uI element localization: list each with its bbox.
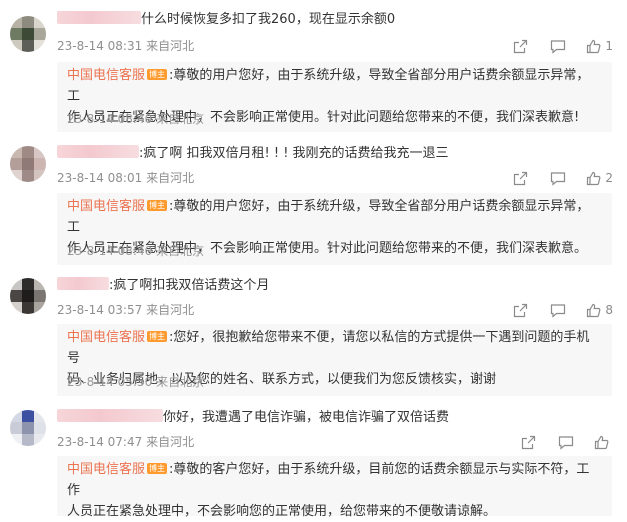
reply-author-link[interactable]: 中国电信客服 [67,462,145,477]
avatar[interactable] [10,146,46,182]
like-count: 2 [605,171,613,185]
reply-meta: 23-8-14 05:50 来自北京 [67,374,204,390]
comment-actions: 8 [513,301,613,319]
comment-time: 23-8-14 08:31 [57,39,143,53]
reply-source: 来自北京 [156,375,205,389]
reply-author-link[interactable]: 中国电信客服 [67,68,145,83]
comment-icon[interactable] [550,39,566,54]
comment-icon[interactable] [550,303,566,318]
share-icon[interactable] [513,171,528,186]
like-button[interactable]: 1 [586,39,613,54]
comment-icon[interactable] [550,171,566,186]
comment-meta: 23-8-14 03:57 来自河北 [57,302,194,318]
reply-author-link[interactable]: 中国电信客服 [67,199,145,214]
comment-text: :疯了啊 扣我双倍月租! ! ! 我刚充的话费给我充一退三 [57,145,449,163]
comment-text: 什么时候恢复多扣了我260，现在显示余额0 [57,11,395,29]
reply-time: 23-8-14 08:40 [67,244,153,258]
reply-source: 来自北京 [156,112,205,126]
like-button[interactable] [594,435,613,450]
reply-source: 来自北京 [156,244,205,258]
comment-meta: 23-8-14 08:31 来自河北 [57,38,194,54]
reply-box: 中国电信客服 博主:尊敬的用户您好，由于系统升级，导致全省部分用户话费余额显示异常… [57,193,612,265]
like-count: 1 [605,39,613,53]
thumbs-up-icon [587,171,601,185]
reply-meta: 23-8-14 08:40 来自北京 [67,243,204,259]
reply-text: 中国电信客服 博主:尊敬的客户您好，由于系统升级，目前您的话费余额显示与实际不符，… [67,462,590,519]
thumbs-up-icon [587,303,601,317]
reply-author-link[interactable]: 中国电信客服 [67,330,145,345]
avatar[interactable] [10,278,46,314]
author-badge: 博主 [147,331,168,342]
comment-source: 来自河北 [146,303,195,317]
like-button[interactable]: 2 [586,171,613,186]
comment-actions: 2 [513,169,613,187]
avatar[interactable] [10,410,46,446]
comment-actions: 1 [513,37,613,55]
username-blurred[interactable] [57,11,141,24]
username-blurred[interactable] [57,409,163,422]
share-icon[interactable] [513,303,528,318]
reply-box: 中国电信客服 博主:尊敬的用户您好，由于系统升级，导致全省部分用户话费余额显示异常… [57,62,612,132]
like-count: 8 [605,303,613,317]
author-badge: 博主 [147,200,168,211]
username-blurred[interactable] [57,145,139,158]
comment-time: 23-8-14 03:57 [57,303,143,317]
reply-time: 23-8-14 08:40 [67,112,153,126]
reply-box: 中国电信客服 博主:您好，很抱歉给您带来不便，请您以私信的方式提供一下遇到问题的手… [57,324,612,396]
comment-actions [521,433,613,451]
comment-source: 来自河北 [146,39,195,53]
comment-time: 23-8-14 08:01 [57,171,143,185]
author-badge: 博主 [147,463,168,474]
author-badge: 博主 [147,69,168,80]
comment-text: :疯了啊扣我双倍话费这个月 [57,277,269,295]
comment-text: 你好，我遭遇了电信诈骗，被电信诈骗了双倍话费 [57,409,449,427]
username-blurred[interactable] [57,277,109,290]
share-icon[interactable] [513,39,528,54]
share-icon[interactable] [521,435,536,450]
comment-time: 23-8-14 07:47 [57,435,143,449]
reply-box: 中国电信客服 博主:尊敬的客户您好，由于系统升级，目前您的话费余额显示与实际不符，… [57,456,612,519]
thumbs-up-icon [594,435,609,449]
comment-meta: 23-8-14 07:47 来自河北 [57,434,194,450]
thumbs-up-icon [587,39,601,53]
like-button[interactable]: 8 [586,303,613,318]
comment-source: 来自河北 [146,435,195,449]
reply-meta: 23-8-14 08:40 来自北京 [67,111,204,127]
avatar[interactable] [10,16,46,52]
reply-time: 23-8-14 05:50 [67,375,153,389]
comment-source: 来自河北 [146,171,195,185]
comment-meta: 23-8-14 08:01 来自河北 [57,170,194,186]
comment-icon[interactable] [558,435,574,450]
